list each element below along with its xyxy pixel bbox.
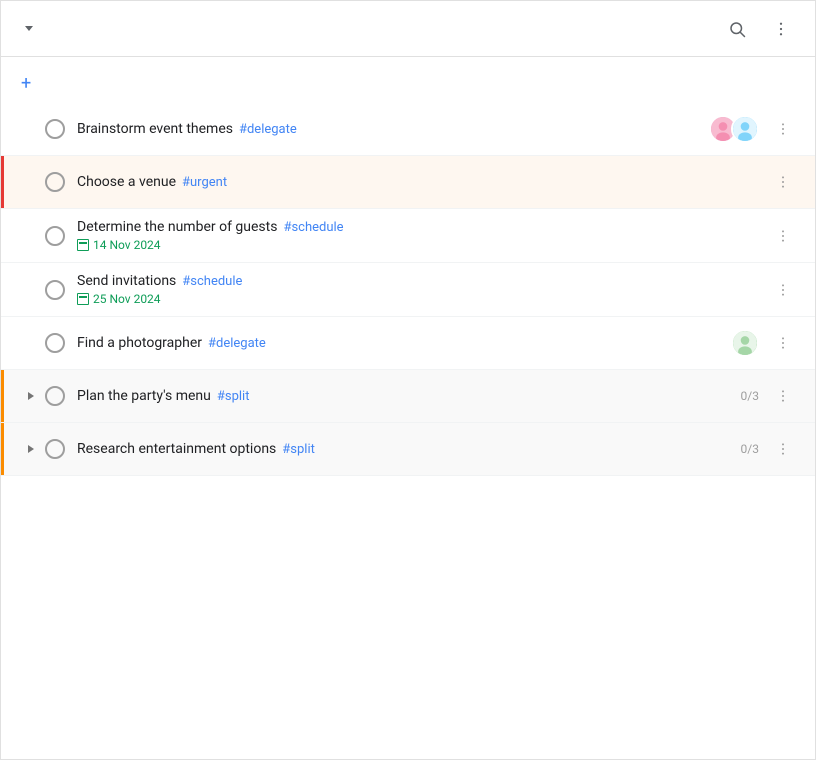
header-title-area (17, 26, 719, 31)
app-container: + Brainstorm event themes #delegate Choos… (0, 0, 816, 760)
task-content: Find a photographer #delegate (77, 335, 731, 351)
task-content: Research entertainment options #split (77, 441, 741, 457)
task-row[interactable]: Find a photographer #delegate (1, 317, 815, 370)
task-more-button[interactable] (767, 380, 799, 412)
task-title-line: Choose a venue #urgent (77, 174, 767, 190)
header (1, 1, 815, 57)
task-more-button[interactable] (767, 220, 799, 252)
plus-icon: + (21, 75, 31, 93)
task-date: 25 Nov 2024 (77, 292, 767, 306)
task-tag[interactable]: #urgent (182, 175, 227, 190)
task-more-button[interactable] (767, 113, 799, 145)
task-row[interactable]: Choose a venue #urgent (1, 156, 815, 209)
title-chevron-icon[interactable] (25, 26, 33, 31)
orange-accent (1, 370, 4, 422)
more-vert-icon (775, 282, 791, 298)
task-title-line: Brainstorm event themes #delegate (77, 121, 709, 137)
more-vert-icon (775, 174, 791, 190)
more-vert-icon (775, 441, 791, 457)
avatar (731, 329, 759, 357)
task-checkbox[interactable] (45, 333, 65, 353)
task-date: 14 Nov 2024 (77, 238, 767, 252)
task-title-text: Choose a venue (77, 174, 176, 190)
task-tag[interactable]: #delegate (239, 122, 297, 137)
task-checkbox[interactable] (45, 280, 65, 300)
task-list-content: + Brainstorm event themes #delegate Choos… (1, 57, 815, 759)
header-icons (719, 11, 799, 47)
red-accent (1, 156, 4, 208)
task-content: Choose a venue #urgent (77, 174, 767, 190)
expand-button[interactable] (21, 386, 41, 406)
search-icon (728, 20, 746, 38)
search-button[interactable] (719, 11, 755, 47)
task-row[interactable]: Brainstorm event themes #delegate (1, 103, 815, 156)
task-tag[interactable]: #schedule (182, 274, 242, 289)
task-content: Determine the number of guests #schedule 1… (77, 219, 767, 252)
calendar-icon (77, 239, 89, 251)
task-checkbox[interactable] (45, 439, 65, 459)
task-tag[interactable]: #split (217, 389, 250, 404)
avatar (731, 115, 759, 143)
task-row[interactable]: Send invitations #schedule 25 Nov 2024 (1, 263, 815, 317)
more-vert-icon (775, 388, 791, 404)
more-vert-icon (775, 228, 791, 244)
task-tag[interactable]: #split (282, 442, 315, 457)
task-checkbox[interactable] (45, 386, 65, 406)
task-tag[interactable]: #delegate (208, 336, 266, 351)
more-vert-icon (772, 20, 790, 38)
task-subtask-count: 0/3 (741, 442, 759, 456)
task-title-line: Determine the number of guests #schedule (77, 219, 767, 235)
task-title-text: Brainstorm event themes (77, 121, 233, 137)
date-text: 25 Nov 2024 (93, 292, 161, 306)
avatar-person-svg (733, 329, 757, 357)
task-more-button[interactable] (767, 274, 799, 306)
task-tag[interactable]: #schedule (283, 220, 343, 235)
avatar-male-svg (733, 115, 757, 143)
task-right (767, 274, 799, 306)
task-title-text: Determine the number of guests (77, 219, 277, 235)
task-row[interactable]: Determine the number of guests #schedule 1… (1, 209, 815, 263)
more-vert-icon (775, 121, 791, 137)
calendar-icon (77, 293, 89, 305)
task-row[interactable]: Research entertainment options #split 0/3 (1, 423, 815, 476)
task-right (709, 113, 799, 145)
more-vert-icon (775, 335, 791, 351)
avatar-group (709, 115, 759, 143)
expand-button[interactable] (21, 439, 41, 459)
task-title-text: Plan the party's menu (77, 388, 211, 404)
date-text: 14 Nov 2024 (93, 238, 161, 252)
task-title-text: Find a photographer (77, 335, 202, 351)
task-subtask-count: 0/3 (741, 389, 759, 403)
task-right: 0/3 (741, 433, 799, 465)
task-title-line: Research entertainment options #split (77, 441, 741, 457)
task-list: Brainstorm event themes #delegate Choose … (1, 103, 815, 476)
task-title-line: Find a photographer #delegate (77, 335, 731, 351)
task-content: Plan the party's menu #split (77, 388, 741, 404)
task-right (767, 166, 799, 198)
orange-accent (1, 423, 4, 475)
task-content: Brainstorm event themes #delegate (77, 121, 709, 137)
task-title-line: Send invitations #schedule (77, 273, 767, 289)
task-title-text: Research entertainment options (77, 441, 276, 457)
task-checkbox[interactable] (45, 119, 65, 139)
task-checkbox[interactable] (45, 172, 65, 192)
expand-arrow-icon (28, 445, 34, 453)
task-more-button[interactable] (767, 327, 799, 359)
task-title-line: Plan the party's menu #split (77, 388, 741, 404)
task-more-button[interactable] (767, 433, 799, 465)
expand-arrow-icon (28, 392, 34, 400)
avatar-group (731, 329, 759, 357)
task-more-button[interactable] (767, 166, 799, 198)
task-checkbox[interactable] (45, 226, 65, 246)
task-title-text: Send invitations (77, 273, 176, 289)
task-right: 0/3 (741, 380, 799, 412)
add-task-row[interactable]: + (1, 65, 815, 103)
task-right (731, 327, 799, 359)
task-right (767, 220, 799, 252)
more-options-button[interactable] (763, 11, 799, 47)
task-content: Send invitations #schedule 25 Nov 2024 (77, 273, 767, 306)
task-row[interactable]: Plan the party's menu #split 0/3 (1, 370, 815, 423)
